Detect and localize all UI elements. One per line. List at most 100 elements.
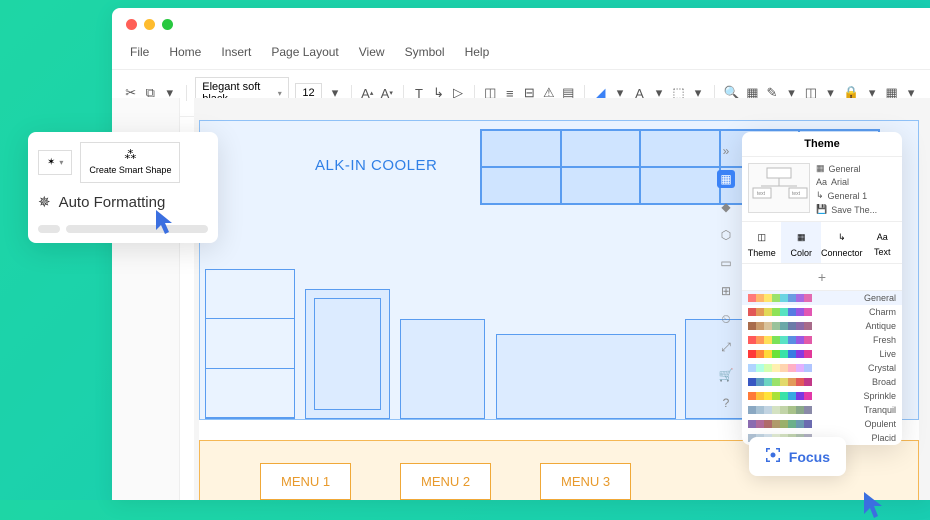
palette-swatches [748, 322, 812, 330]
opt-general[interactable]: ▦General [816, 163, 896, 174]
collapse-icon[interactable]: » [717, 142, 735, 160]
palette-swatches [748, 294, 812, 302]
palette-row[interactable]: Opulent [742, 417, 902, 431]
color-tab-icon: ▦ [781, 227, 820, 248]
palette-row[interactable]: Charm [742, 305, 902, 319]
chevron-down-icon: ▾ [59, 158, 63, 167]
palette-row[interactable]: Live [742, 347, 902, 361]
create-smart-shape-button[interactable]: ⁂ Create Smart Shape [80, 142, 180, 183]
opt-general1[interactable]: ↳General 1 [816, 190, 896, 201]
palette-row[interactable]: Antique [742, 319, 902, 333]
shelving-unit[interactable] [205, 269, 295, 419]
text-tab-icon: Aa [863, 227, 902, 247]
tab-theme[interactable]: ◫Theme [742, 222, 781, 263]
palette-name: Tranquil [864, 405, 896, 415]
smart-shape-icon: ⁂ [124, 149, 136, 162]
font-icon: Aa [816, 177, 827, 187]
format-slider[interactable] [38, 225, 208, 233]
focus-button[interactable]: Focus [749, 437, 846, 476]
opt-save[interactable]: 💾Save The... [816, 204, 896, 215]
menubar: File Home Insert Page Layout View Symbol… [112, 41, 930, 70]
palette-row[interactable]: Tranquil [742, 403, 902, 417]
palette-row[interactable]: General [742, 291, 902, 305]
connector-icon: ↳ [816, 190, 824, 201]
palette-name: Sprinkle [863, 391, 896, 401]
theme-panel-title: Theme [742, 132, 902, 157]
smart-tool-button[interactable]: ✶ ▾ [38, 150, 72, 175]
opt-font[interactable]: AaArial [816, 177, 896, 187]
theme-rail-icon[interactable]: ▦ [717, 170, 735, 188]
auto-formatting-label: Auto Formatting [59, 194, 166, 211]
menu-page-layout[interactable]: Page Layout [271, 45, 338, 59]
connector-tab-icon: ↳ [821, 227, 863, 248]
palette-swatches [748, 364, 812, 372]
chevron-down-icon: ▾ [278, 89, 282, 98]
focus-icon [765, 447, 781, 466]
sparkle-icon: ✵ [38, 193, 51, 211]
cooler-label: ALK-IN COOLER [315, 157, 437, 174]
palette-icon: ▦ [816, 163, 825, 174]
palette-swatches [748, 350, 812, 358]
menu-box-1[interactable]: MENU 1 [260, 463, 351, 500]
palette-name: Fresh [873, 335, 896, 345]
theme-tab-icon: ◫ [742, 227, 781, 248]
palette-name: Charm [869, 307, 896, 317]
palette-list: General Charm Antique Fresh Live Crystal Broad… [742, 291, 902, 445]
page-rail-icon[interactable]: ▭ [717, 254, 735, 272]
right-rail: » ▦ ◆ ⬡ ▭ ⊞ ⏲ ⤢ 🛒 ? [714, 142, 738, 412]
theme-preview[interactable]: text text [748, 163, 810, 213]
single-oven[interactable] [400, 319, 485, 419]
svg-text:text: text [757, 191, 766, 197]
grid-rail-icon[interactable]: ⊞ [717, 282, 735, 300]
window-controls [112, 8, 930, 41]
palette-name: General [864, 293, 896, 303]
tab-color[interactable]: ▦Color [781, 222, 820, 263]
focus-label: Focus [789, 449, 830, 465]
palette-name: Antique [865, 321, 896, 331]
auto-formatting-popup: ✶ ▾ ⁂ Create Smart Shape ✵ Auto Formatti… [28, 132, 218, 243]
palette-row[interactable]: Fresh [742, 333, 902, 347]
palette-row[interactable]: Crystal [742, 361, 902, 375]
svg-text:text: text [792, 191, 801, 197]
palette-swatches [748, 308, 812, 316]
palette-name: Broad [872, 377, 896, 387]
help-rail-icon[interactable]: ? [717, 394, 735, 412]
palette-swatches [748, 378, 812, 386]
menu-box-2[interactable]: MENU 2 [400, 463, 491, 500]
palette-row[interactable]: Sprinkle [742, 389, 902, 403]
sparkle-icon: ✶ [47, 157, 55, 168]
double-oven[interactable] [305, 289, 390, 419]
expand-rail-icon[interactable]: ⤢ [717, 338, 735, 356]
prep-counter[interactable] [496, 334, 676, 419]
cart-rail-icon[interactable]: 🛒 [717, 366, 735, 384]
palette-row[interactable]: Broad [742, 375, 902, 389]
close-icon[interactable] [126, 19, 137, 30]
menu-view[interactable]: View [359, 45, 385, 59]
menu-symbol[interactable]: Symbol [405, 45, 445, 59]
auto-formatting-item[interactable]: ✵ Auto Formatting [38, 193, 208, 211]
palette-swatches [748, 420, 812, 428]
layers-rail-icon[interactable]: ◆ [717, 198, 735, 216]
save-icon: 💾 [816, 204, 827, 215]
tab-connector[interactable]: ↳Connector [821, 222, 863, 263]
menu-home[interactable]: Home [169, 45, 201, 59]
menu-insert[interactable]: Insert [221, 45, 251, 59]
add-palette-button[interactable]: + [742, 264, 902, 291]
menu-file[interactable]: File [130, 45, 149, 59]
theme-panel: » ▦ ◆ ⬡ ▭ ⊞ ⏲ ⤢ 🛒 ? Theme texttext ▦Gene… [742, 132, 902, 445]
timer-rail-icon[interactable]: ⏲ [717, 310, 735, 328]
palette-swatches [748, 392, 812, 400]
theme-tabs: ◫Theme ▦Color ↳Connector AaText [742, 221, 902, 264]
palette-name: Crystal [868, 363, 896, 373]
create-smart-shape-label: Create Smart Shape [89, 166, 171, 176]
menu-help[interactable]: Help [465, 45, 490, 59]
shapes-rail-icon[interactable]: ⬡ [717, 226, 735, 244]
menu-box-3[interactable]: MENU 3 [540, 463, 631, 500]
minimize-icon[interactable] [144, 19, 155, 30]
maximize-icon[interactable] [162, 19, 173, 30]
tab-text[interactable]: AaText [863, 222, 902, 263]
palette-swatches [748, 336, 812, 344]
palette-swatches [748, 406, 812, 414]
palette-name: Live [879, 349, 896, 359]
palette-name: Placid [871, 433, 896, 443]
